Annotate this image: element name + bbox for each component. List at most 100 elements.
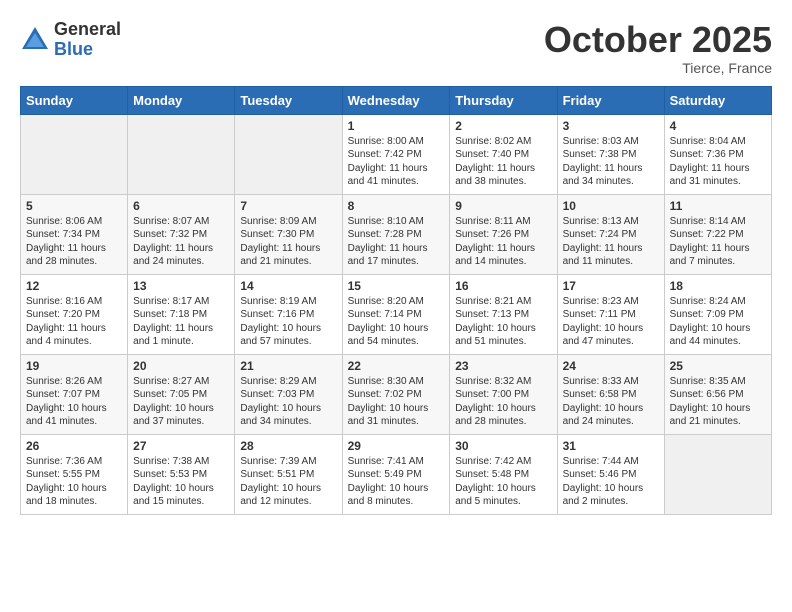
day-info: Sunrise: 8:07 AM Sunset: 7:32 PM Dayligh… (133, 215, 229, 269)
day-number: 29 (348, 439, 445, 453)
day-number: 27 (133, 439, 229, 453)
day-number: 6 (133, 199, 229, 213)
day-number: 11 (670, 199, 766, 213)
day-number: 7 (240, 199, 336, 213)
calendar-header-row: SundayMondayTuesdayWednesdayThursdayFrid… (21, 86, 772, 114)
day-number: 12 (26, 279, 122, 293)
day-info: Sunrise: 8:02 AM Sunset: 7:40 PM Dayligh… (455, 135, 551, 189)
day-info: Sunrise: 7:42 AM Sunset: 5:48 PM Dayligh… (455, 455, 551, 509)
logo-icon (20, 25, 50, 55)
calendar-cell: 4 Sunrise: 8:04 AM Sunset: 7:36 PM Daylig… (664, 114, 771, 194)
logo: General Blue (20, 20, 121, 60)
calendar-cell: 20 Sunrise: 8:27 AM Sunset: 7:05 PM Dayli… (128, 354, 235, 434)
logo-text: General Blue (54, 20, 121, 60)
day-number: 8 (348, 199, 445, 213)
calendar-cell: 26Sunrise: 7:36 AM Sunset: 5:55 PM Dayli… (21, 434, 128, 514)
day-info: Sunrise: 7:44 AM Sunset: 5:46 PM Dayligh… (563, 455, 659, 509)
day-info: Sunrise: 8:26 AM Sunset: 7:07 PM Dayligh… (26, 375, 122, 429)
calendar-week-1: 1Sunrise: 8:00 AM Sunset: 7:42 PM Daylig… (21, 114, 772, 194)
day-number: 19 (26, 359, 122, 373)
calendar-cell: 24Sunrise: 8:33 AM Sunset: 6:58 PM Dayli… (557, 354, 664, 434)
calendar-cell: 7 Sunrise: 8:09 AM Sunset: 7:30 PM Daylig… (235, 194, 342, 274)
calendar-cell: 29 Sunrise: 7:41 AM Sunset: 5:49 PM Dayli… (342, 434, 450, 514)
day-number: 18 (670, 279, 766, 293)
col-header-thursday: Thursday (450, 86, 557, 114)
calendar-cell (235, 114, 342, 194)
calendar-cell: 15 Sunrise: 8:20 AM Sunset: 7:14 PM Dayli… (342, 274, 450, 354)
day-number: 3 (563, 119, 659, 133)
calendar-cell: 9Sunrise: 8:11 AM Sunset: 7:26 PM Daylig… (450, 194, 557, 274)
day-number: 10 (563, 199, 659, 213)
day-info: Sunrise: 8:11 AM Sunset: 7:26 PM Dayligh… (455, 215, 551, 269)
day-number: 21 (240, 359, 336, 373)
day-info: Sunrise: 8:32 AM Sunset: 7:00 PM Dayligh… (455, 375, 551, 429)
day-number: 26 (26, 439, 122, 453)
day-info: Sunrise: 8:23 AM Sunset: 7:11 PM Dayligh… (563, 295, 659, 349)
calendar-cell: 13Sunrise: 8:17 AM Sunset: 7:18 PM Dayli… (128, 274, 235, 354)
calendar-cell: 22 Sunrise: 8:30 AM Sunset: 7:02 PM Dayli… (342, 354, 450, 434)
calendar-cell (664, 434, 771, 514)
col-header-monday: Monday (128, 86, 235, 114)
calendar-cell: 19 Sunrise: 8:26 AM Sunset: 7:07 PM Dayli… (21, 354, 128, 434)
calendar-cell: 2 Sunrise: 8:02 AM Sunset: 7:40 PM Daylig… (450, 114, 557, 194)
day-number: 31 (563, 439, 659, 453)
calendar-cell (21, 114, 128, 194)
calendar-cell: 23 Sunrise: 8:32 AM Sunset: 7:00 PM Dayli… (450, 354, 557, 434)
calendar-cell: 18 Sunrise: 8:24 AM Sunset: 7:09 PM Dayli… (664, 274, 771, 354)
day-info: Sunrise: 8:35 AM Sunset: 6:56 PM Dayligh… (670, 375, 766, 429)
calendar-cell: 1Sunrise: 8:00 AM Sunset: 7:42 PM Daylig… (342, 114, 450, 194)
location: Tierce, France (544, 60, 772, 76)
day-number: 16 (455, 279, 551, 293)
day-info: Sunrise: 8:00 AM Sunset: 7:42 PM Dayligh… (348, 135, 445, 189)
day-info: Sunrise: 8:10 AM Sunset: 7:28 PM Dayligh… (348, 215, 445, 269)
day-info: Sunrise: 8:16 AM Sunset: 7:20 PM Dayligh… (26, 295, 122, 349)
calendar-cell: 16 Sunrise: 8:21 AM Sunset: 7:13 PM Dayli… (450, 274, 557, 354)
day-number: 25 (670, 359, 766, 373)
day-number: 17 (563, 279, 659, 293)
col-header-wednesday: Wednesday (342, 86, 450, 114)
col-header-saturday: Saturday (664, 86, 771, 114)
day-number: 14 (240, 279, 336, 293)
calendar-cell: 28Sunrise: 7:39 AM Sunset: 5:51 PM Dayli… (235, 434, 342, 514)
day-info: Sunrise: 8:30 AM Sunset: 7:02 PM Dayligh… (348, 375, 445, 429)
day-info: Sunrise: 8:09 AM Sunset: 7:30 PM Dayligh… (240, 215, 336, 269)
calendar-cell: 17 Sunrise: 8:23 AM Sunset: 7:11 PM Dayli… (557, 274, 664, 354)
day-info: Sunrise: 8:24 AM Sunset: 7:09 PM Dayligh… (670, 295, 766, 349)
calendar-cell: 21 Sunrise: 8:29 AM Sunset: 7:03 PM Dayli… (235, 354, 342, 434)
day-info: Sunrise: 7:38 AM Sunset: 5:53 PM Dayligh… (133, 455, 229, 509)
calendar-week-2: 5 Sunrise: 8:06 AM Sunset: 7:34 PM Daylig… (21, 194, 772, 274)
day-info: Sunrise: 8:06 AM Sunset: 7:34 PM Dayligh… (26, 215, 122, 269)
calendar-cell: 10 Sunrise: 8:13 AM Sunset: 7:24 PM Dayli… (557, 194, 664, 274)
calendar-week-5: 26Sunrise: 7:36 AM Sunset: 5:55 PM Dayli… (21, 434, 772, 514)
calendar-cell: 8 Sunrise: 8:10 AM Sunset: 7:28 PM Daylig… (342, 194, 450, 274)
day-number: 22 (348, 359, 445, 373)
day-number: 28 (240, 439, 336, 453)
day-number: 15 (348, 279, 445, 293)
day-number: 4 (670, 119, 766, 133)
calendar-cell: 11Sunrise: 8:14 AM Sunset: 7:22 PM Dayli… (664, 194, 771, 274)
day-info: Sunrise: 8:21 AM Sunset: 7:13 PM Dayligh… (455, 295, 551, 349)
col-header-tuesday: Tuesday (235, 86, 342, 114)
page: General Blue October 2025 Tierce, France… (0, 0, 792, 525)
calendar-cell: 14Sunrise: 8:19 AM Sunset: 7:16 PM Dayli… (235, 274, 342, 354)
month-title: October 2025 (544, 20, 772, 60)
day-info: Sunrise: 8:04 AM Sunset: 7:36 PM Dayligh… (670, 135, 766, 189)
day-number: 2 (455, 119, 551, 133)
day-number: 23 (455, 359, 551, 373)
day-number: 30 (455, 439, 551, 453)
logo-blue: Blue (54, 40, 121, 60)
logo-general: General (54, 20, 121, 40)
day-info: Sunrise: 7:41 AM Sunset: 5:49 PM Dayligh… (348, 455, 445, 509)
day-info: Sunrise: 8:13 AM Sunset: 7:24 PM Dayligh… (563, 215, 659, 269)
day-number: 20 (133, 359, 229, 373)
calendar-cell: 27 Sunrise: 7:38 AM Sunset: 5:53 PM Dayli… (128, 434, 235, 514)
day-info: Sunrise: 8:27 AM Sunset: 7:05 PM Dayligh… (133, 375, 229, 429)
day-info: Sunrise: 8:29 AM Sunset: 7:03 PM Dayligh… (240, 375, 336, 429)
day-info: Sunrise: 8:17 AM Sunset: 7:18 PM Dayligh… (133, 295, 229, 349)
calendar-table: SundayMondayTuesdayWednesdayThursdayFrid… (20, 86, 772, 515)
day-info: Sunrise: 8:20 AM Sunset: 7:14 PM Dayligh… (348, 295, 445, 349)
calendar-cell: 3Sunrise: 8:03 AM Sunset: 7:38 PM Daylig… (557, 114, 664, 194)
day-info: Sunrise: 8:33 AM Sunset: 6:58 PM Dayligh… (563, 375, 659, 429)
day-number: 5 (26, 199, 122, 213)
calendar-week-3: 12 Sunrise: 8:16 AM Sunset: 7:20 PM Dayli… (21, 274, 772, 354)
